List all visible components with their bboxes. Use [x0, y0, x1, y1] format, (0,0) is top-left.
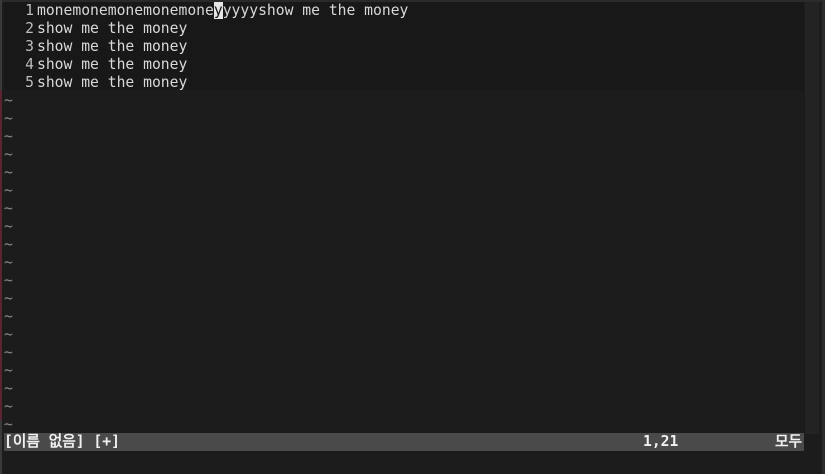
- tilde-marker: ~: [4, 110, 13, 127]
- tilde-marker: ~: [4, 380, 13, 397]
- line-number: 4: [25, 56, 34, 73]
- empty-line-markers: ~ ~ ~ ~ ~ ~ ~ ~ ~ ~ ~ ~ ~ ~ ~ ~ ~ ~ ~: [4, 92, 13, 434]
- buffer-line-4[interactable]: 4 show me the money: [4, 56, 408, 74]
- buffer-line-3[interactable]: 3 show me the money: [4, 38, 408, 56]
- status-scroll-indicator: 모두: [774, 433, 802, 450]
- tilde-marker: ~: [4, 254, 13, 271]
- status-cursor-position: 1,21: [643, 433, 679, 450]
- buffer-line-1[interactable]: 1 monemonemonemonemoneyyyyyshow me the mo…: [4, 2, 408, 20]
- status-line: [이름 없음] [+] 1,21 모두: [4, 433, 804, 451]
- tilde-marker: ~: [4, 218, 13, 235]
- tilde-marker: ~: [4, 92, 13, 109]
- command-line[interactable]: [4, 452, 804, 470]
- vim-terminal-window: 1 monemonemonemonemoneyyyyyshow me the mo…: [0, 0, 825, 474]
- tilde-marker: ~: [4, 344, 13, 361]
- tilde-marker: ~: [4, 236, 13, 253]
- tilde-marker: ~: [4, 416, 13, 433]
- line-number: 2: [25, 20, 34, 37]
- line-number: 3: [25, 38, 34, 55]
- text-cursor: y: [213, 2, 223, 19]
- scrollbar[interactable]: [805, 2, 819, 434]
- line-text-before-cursor: monemonemonemonemone: [37, 2, 214, 19]
- tilde-marker: ~: [4, 128, 13, 145]
- line-text: show me the money: [37, 56, 188, 73]
- line-text: show me the money: [37, 20, 188, 37]
- tilde-marker: ~: [4, 200, 13, 217]
- line-text: show me the money: [37, 74, 188, 91]
- left-edge-accent: [0, 90, 2, 420]
- buffer-line-5[interactable]: 5 show me the money: [4, 74, 408, 92]
- window-left-border: [0, 0, 2, 474]
- status-filename: [이름 없음] [+]: [4, 433, 120, 450]
- tilde-marker: ~: [4, 182, 13, 199]
- tilde-marker: ~: [4, 362, 13, 379]
- tilde-marker: ~: [4, 272, 13, 289]
- line-text-after-cursor: yyyyshow me the money: [222, 2, 409, 19]
- line-text: show me the money: [37, 38, 188, 55]
- buffer-lines: 1 monemonemonemonemoneyyyyyshow me the mo…: [4, 2, 408, 92]
- tilde-marker: ~: [4, 164, 13, 181]
- tilde-marker: ~: [4, 290, 13, 307]
- tilde-marker: ~: [4, 326, 13, 343]
- tilde-marker: ~: [4, 146, 13, 163]
- tilde-marker: ~: [4, 308, 13, 325]
- line-number: 5: [25, 74, 34, 91]
- buffer-line-2[interactable]: 2 show me the money: [4, 20, 408, 38]
- line-number: 1: [25, 2, 34, 19]
- tilde-marker: ~: [4, 398, 13, 415]
